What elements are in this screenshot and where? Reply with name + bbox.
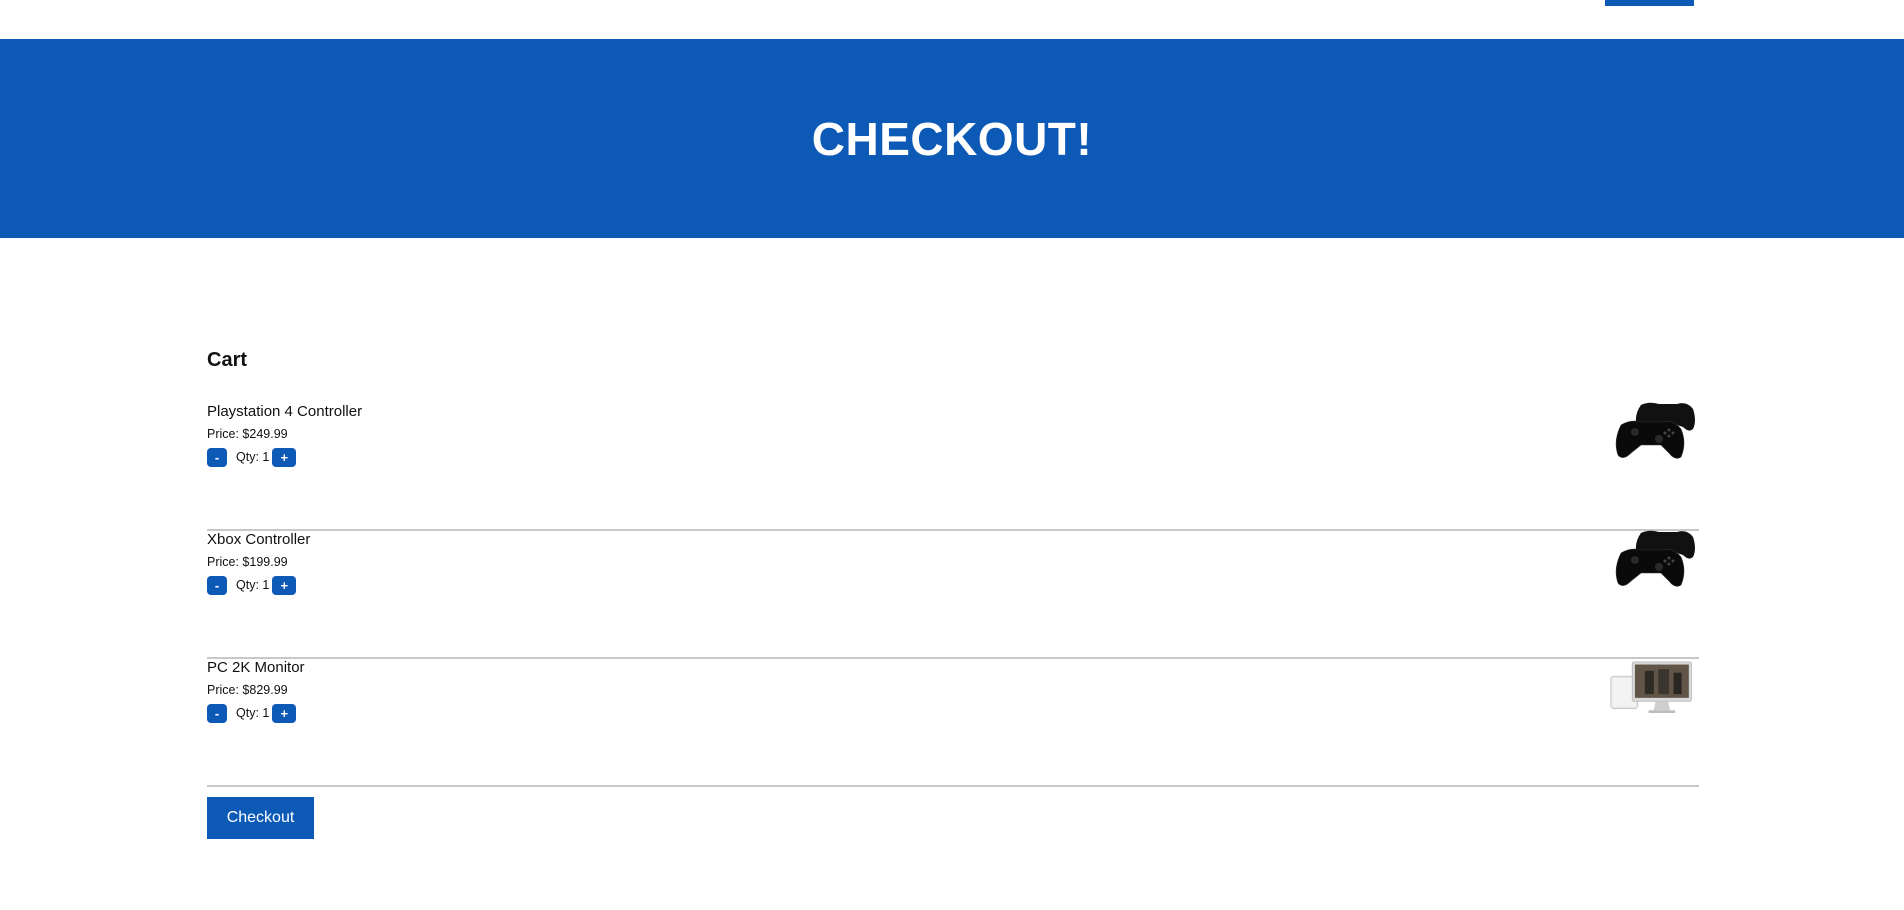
cart-heading: Cart [207, 349, 248, 371]
cart-item: Xbox Controller Price: $199.99 - Qty: 1 … [207, 530, 1699, 659]
item-name: Playstation 4 Controller [207, 403, 363, 420]
decrement-button[interactable]: - [207, 447, 227, 467]
increment-button[interactable]: + [272, 447, 297, 467]
quantity-stepper: - Qty: 1 + [207, 703, 297, 723]
increment-button[interactable]: + [272, 703, 297, 723]
decrement-button[interactable]: - [207, 575, 227, 595]
cart-item: PC 2K Monitor Price: $829.99 - Qty: 1 + [207, 659, 1699, 787]
decrement-button[interactable]: - [207, 703, 227, 723]
game-controllers-image [1615, 402, 1695, 459]
quantity-stepper: - Qty: 1 + [207, 447, 297, 467]
increment-button[interactable]: + [272, 575, 297, 595]
page-title: CHECKOUT! [811, 112, 1093, 165]
cart-item: Playstation 4 Controller Price: $249.99 … [207, 402, 1699, 531]
quantity-label: Qty: 1 [236, 450, 270, 464]
top-nav [0, 0, 1904, 39]
item-name: PC 2K Monitor [207, 659, 305, 676]
item-price: Price: $249.99 [207, 427, 288, 441]
item-price: Price: $199.99 [207, 555, 288, 569]
item-price: Price: $829.99 [207, 683, 288, 697]
quantity-stepper: - Qty: 1 + [207, 575, 297, 595]
game-controllers-image [1615, 530, 1695, 587]
nav-button[interactable] [1605, 0, 1694, 6]
checkout-button[interactable]: Checkout [207, 797, 314, 839]
quantity-label: Qty: 1 [236, 706, 270, 720]
item-name: Xbox Controller [207, 531, 311, 548]
quantity-label: Qty: 1 [236, 578, 270, 592]
hero-banner: CHECKOUT! [0, 39, 1904, 238]
desktop-monitor-image [1610, 661, 1692, 713]
